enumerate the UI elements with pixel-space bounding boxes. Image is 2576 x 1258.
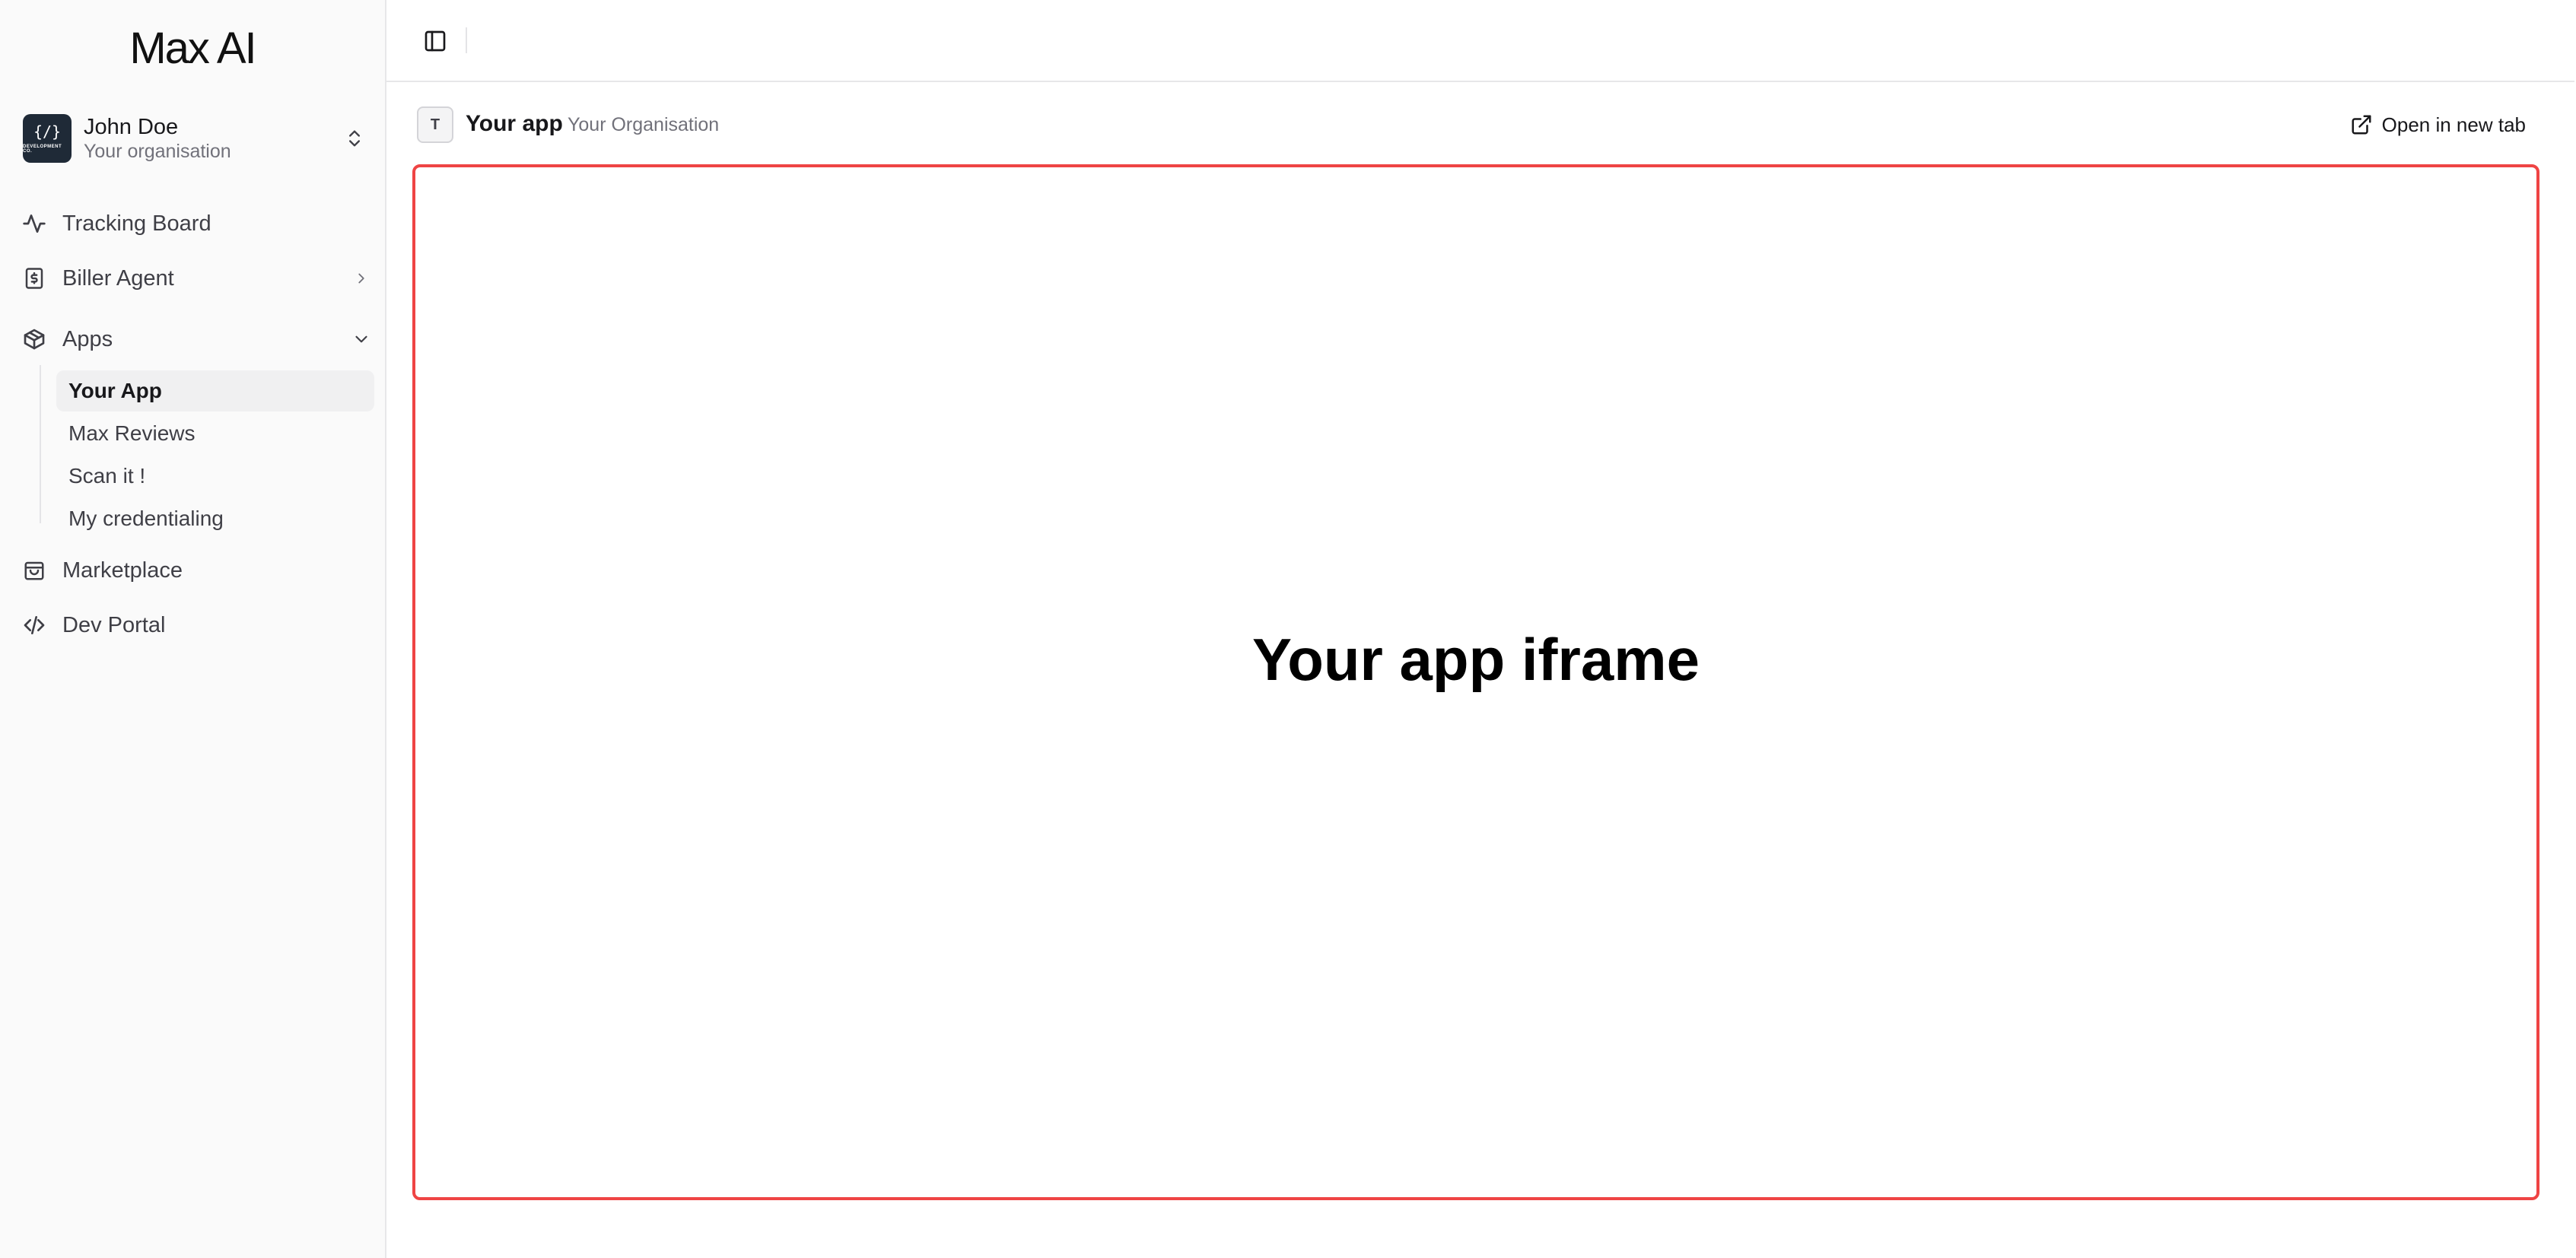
external-link-icon — [2349, 112, 2374, 138]
sidebar-item-marketplace[interactable]: Marketplace — [21, 549, 374, 592]
org-text: John Doe Your organisation — [84, 114, 344, 163]
sidebar-item-label: Apps — [62, 326, 113, 351]
chevron-down-icon — [348, 326, 374, 352]
sidebar-item-dev-portal[interactable]: Dev Portal — [21, 604, 374, 646]
app-organisation: Your Organisation — [568, 114, 720, 135]
topbar-divider — [466, 27, 467, 53]
sidebar: Max AI {/} DEVELOPMENT CO. John Doe Your… — [0, 0, 386, 1258]
open-in-new-tab-label: Open in new tab — [2381, 113, 2526, 136]
open-in-new-tab-link[interactable]: Open in new tab — [2349, 110, 2526, 140]
org-avatar-caption: DEVELOPMENT CO. — [23, 145, 62, 154]
activity-icon — [21, 211, 47, 237]
panel-left-icon — [425, 30, 446, 52]
brand-logo: Max AI — [129, 24, 256, 73]
sidebar-item-label: Dev Portal — [62, 612, 166, 637]
sidebar-subitem-your-app[interactable]: Your App — [56, 370, 374, 411]
org-avatar: {/} DEVELOPMENT CO. — [23, 114, 72, 163]
main-area: T Your app Your Organisation Open in new… — [386, 0, 2576, 1258]
app-title: Your app — [466, 111, 563, 136]
sidebar-subitem-my-credentialing[interactable]: My credentialing — [56, 498, 374, 539]
receipt-dollar-icon — [21, 265, 47, 291]
shopping-bag-icon — [21, 558, 47, 583]
chevrons-up-down-icon — [349, 130, 360, 147]
app-root: Max AI {/} DEVELOPMENT CO. John Doe Your… — [0, 0, 2576, 1258]
sidebar-item-label: Marketplace — [62, 558, 183, 583]
sidebar-item-tracking-board[interactable]: Tracking Board — [21, 202, 374, 245]
org-name: Your organisation — [84, 141, 231, 162]
top-bar — [386, 0, 2574, 82]
org-switcher[interactable]: {/} DEVELOPMENT CO. John Doe Your organi… — [23, 113, 365, 164]
package-icon — [21, 326, 47, 352]
iframe-placeholder-text: Your app iframe — [1251, 625, 1700, 693]
org-avatar-code: {/} — [33, 122, 62, 141]
app-badge: T — [417, 106, 453, 143]
code-icon — [21, 612, 47, 638]
sidebar-item-apps[interactable]: Apps — [21, 318, 374, 361]
app-header: T Your app Your Organisation Open in new… — [386, 82, 2574, 161]
sidebar-item-label: Tracking Board — [62, 211, 211, 236]
user-name: John Doe — [84, 115, 179, 139]
app-iframe[interactable]: Your app iframe — [412, 164, 2539, 1200]
sidebar-item-biller-agent[interactable]: Biller Agent — [21, 257, 374, 300]
sidebar-toggle-button[interactable] — [417, 23, 453, 59]
submenu-guide-line — [40, 365, 41, 523]
chevron-right-icon — [348, 265, 374, 291]
sidebar-item-label: Biller Agent — [62, 265, 174, 291]
sidebar-subitem-scan-it[interactable]: Scan it ! — [56, 456, 374, 497]
sidebar-subitem-max-reviews[interactable]: Max Reviews — [56, 413, 374, 454]
